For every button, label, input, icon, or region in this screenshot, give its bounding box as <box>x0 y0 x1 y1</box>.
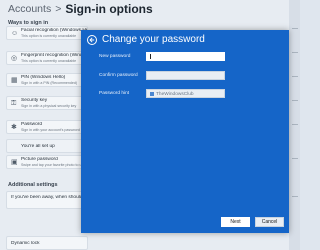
next-button[interactable]: Next <box>221 217 250 227</box>
password-icon: ✱ <box>11 124 17 131</box>
row-title: Password <box>21 122 43 127</box>
row-title: Dynamic lock <box>11 241 40 246</box>
password-status: You're all set up <box>6 139 88 153</box>
sign-in-option-security-key[interactable]: ⚿ Security key Sign in with a physical s… <box>6 96 88 110</box>
password-hint-value: TheWindowsClub <box>156 92 194 97</box>
breadcrumb-separator: > <box>55 3 62 15</box>
row-subtitle: This option is currently unavailable <box>21 34 77 38</box>
row-title: You're all set up <box>21 144 55 149</box>
page-title: Sign-in options <box>65 2 153 16</box>
password-hint-label: Password hint <box>99 91 130 96</box>
require-sign-in-setting[interactable]: If you've been away, when should Windows… <box>6 191 88 209</box>
sign-in-option-pin[interactable]: ▦ PIN (Windows Hello) Sign in with a PIN… <box>6 73 88 87</box>
back-arrow-icon[interactable] <box>87 35 97 45</box>
sign-in-option-password[interactable]: ✱ Password Sign in with your account's p… <box>6 120 88 134</box>
dialog-title: Change your password <box>102 34 205 45</box>
breadcrumb: Accounts > Sign-in options <box>8 0 153 18</box>
picture-password-icon: ▣ <box>11 159 18 166</box>
sign-in-option-picture-password[interactable]: ▣ Picture password Swipe and tap your fa… <box>6 155 88 169</box>
password-hint-input[interactable]: TheWindowsClub <box>146 89 225 98</box>
watermark-logo-icon <box>150 92 154 96</box>
fingerprint-icon: ◎ <box>11 55 18 62</box>
row-subtitle: Sign in with a PIN (Recommended) <box>21 81 78 85</box>
key-icon: ⚿ <box>11 100 17 107</box>
new-password-label: New password <box>99 54 131 59</box>
text-cursor <box>150 54 151 59</box>
row-subtitle: This option is currently unavailable <box>21 59 77 63</box>
right-edge-panel <box>289 0 300 250</box>
row-subtitle: Sign in with a physical security key <box>21 104 77 108</box>
row-subtitle: Sign in with your account's password <box>21 128 80 132</box>
row-subtitle: Swipe and tap your favorite photo to unl… <box>21 163 87 167</box>
pin-icon: ▦ <box>11 77 18 84</box>
confirm-password-label: Confirm password <box>99 73 138 78</box>
sign-in-option-fingerprint[interactable]: ◎ Fingerprint recognition (Windows Hello… <box>6 51 88 65</box>
new-password-input[interactable] <box>146 52 225 61</box>
sign-in-option-face[interactable]: ☺ Facial recognition (Windows Hello) Thi… <box>6 26 88 40</box>
dynamic-lock-setting[interactable]: Dynamic lock <box>6 236 88 250</box>
row-title: If you've been away, when should Windows… <box>11 195 87 200</box>
change-password-dialog: Change your password New password Confir… <box>81 30 289 233</box>
additional-settings-heading: Additional settings <box>8 182 58 188</box>
row-title: PIN (Windows Hello) <box>21 75 66 80</box>
row-title: Security key <box>21 98 48 103</box>
cancel-button[interactable]: Cancel <box>255 217 284 227</box>
row-title: Fingerprint recognition (Windows Hello) <box>21 53 87 58</box>
face-icon: ☺ <box>11 30 19 37</box>
breadcrumb-accounts[interactable]: Accounts <box>8 3 51 15</box>
confirm-password-input[interactable] <box>146 71 225 80</box>
row-title: Facial recognition (Windows Hello) <box>21 28 87 33</box>
row-title: Picture password <box>21 157 58 162</box>
